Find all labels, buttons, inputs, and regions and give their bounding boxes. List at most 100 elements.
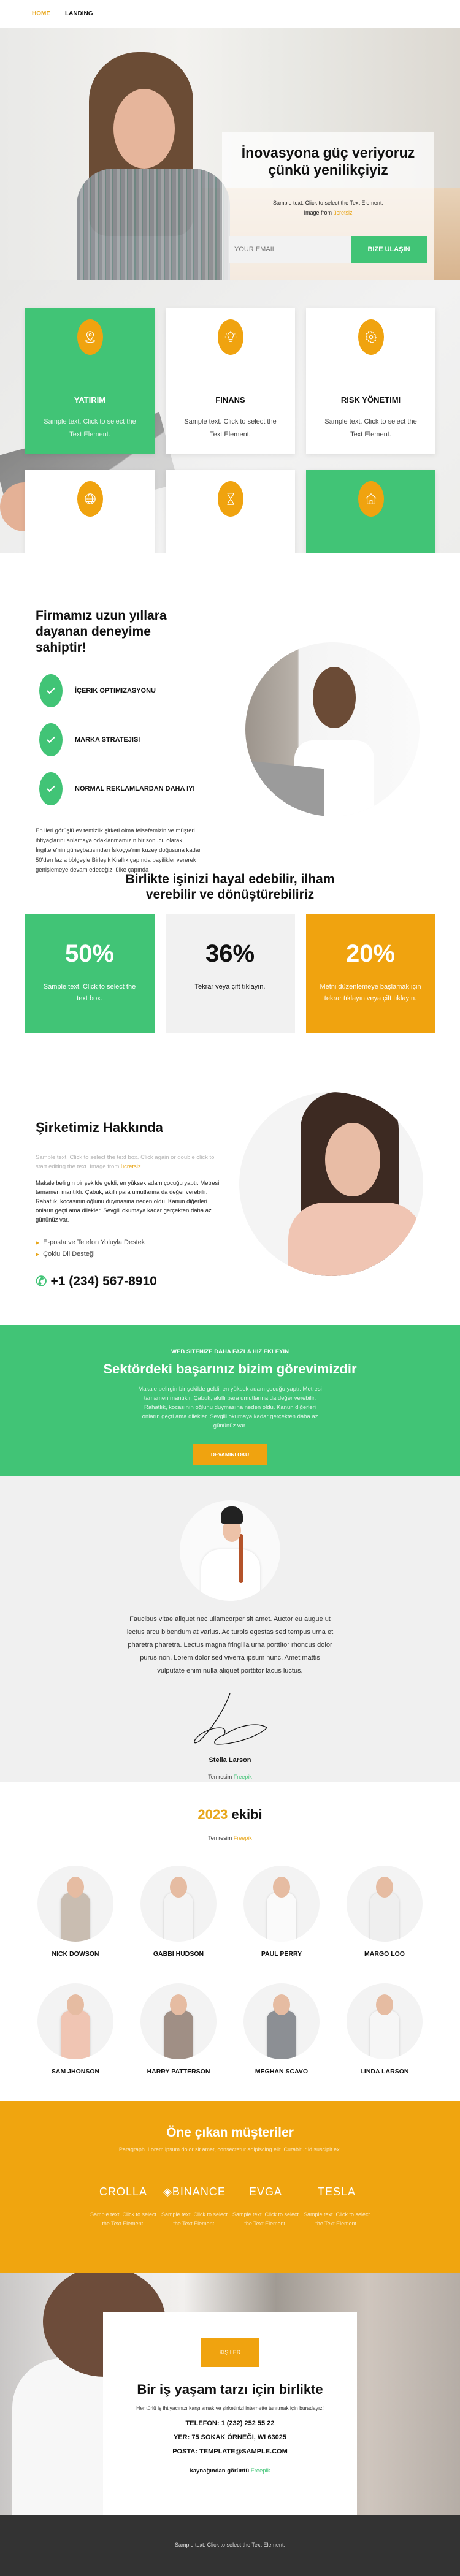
footer-text: Sample text. Click to select the Text El…: [175, 2542, 285, 2548]
contacts-button[interactable]: KIŞILER: [201, 2338, 259, 2367]
service-title: YATIRIM: [74, 395, 106, 405]
member-photo: [347, 1983, 423, 2059]
member-name: HARRY PATTERSON: [147, 2068, 210, 2075]
client-item: TESLA Sample text. Click to select the Te…: [301, 2186, 372, 2228]
check-icon: [39, 674, 63, 707]
service-text: Sample text. Click to select the Text El…: [44, 418, 136, 438]
member-photo: [347, 1866, 423, 1942]
testimonial-text: Faucibus vitae aliquet nec ullamcorper s…: [126, 1616, 334, 1674]
member-photo: [37, 1866, 113, 1942]
testimonial-name: Stella Larson: [209, 1757, 251, 1764]
freepik-link[interactable]: Freepik: [234, 1835, 252, 1841]
top-nav: HOME LANDING: [0, 0, 460, 28]
member-name: GABBI HUDSON: [153, 1950, 204, 1958]
stat-value: 36%: [205, 940, 255, 967]
image-credit: Ten resim Freepik: [208, 1835, 252, 1841]
experience-title: Firmamız uzun yıllara dayanan deneyime s…: [36, 609, 167, 655]
lightbulb-icon: [217, 319, 243, 355]
contact-title: Bir iş yaşam tarzı için birlikte: [137, 2382, 323, 2397]
mission-kicker: WEB SITENIZE DAHA FAZLA HIZ EKLEYIN: [171, 1348, 289, 1355]
service-card[interactable]: YATIRIM Sample text. Click to select the…: [25, 308, 155, 454]
mission-text: Makale belirgin bir şekilde geldi, en yü…: [138, 1386, 322, 1429]
service-text: Sample text. Click to select the Text El…: [324, 418, 417, 438]
about-note: Sample text. Click to select the text bo…: [36, 1154, 215, 1170]
stats-title: Birlikte işinizi hayal edebilir, ilham v…: [125, 872, 335, 902]
team-member: NICK DOWSON: [37, 1866, 113, 1958]
gear-icon: [358, 319, 384, 355]
about-section: Şirketimiz Hakkında Sample text. Click t…: [0, 1055, 460, 1313]
client-text: Sample text. Click to select the Text El…: [232, 2211, 299, 2227]
member-photo: [243, 1866, 320, 1942]
member-name: SAM JHONSON: [51, 2068, 100, 2075]
stat-card: 50% Sample text. Click to select the text…: [25, 914, 155, 1033]
map-pin-icon: [77, 319, 103, 355]
client-logo: ◈BINANCE: [163, 2186, 226, 2198]
contact-section: KIŞILER Bir iş yaşam tarzı için birlikte…: [0, 2273, 460, 2515]
member-name: NICK DOWSON: [52, 1950, 99, 1958]
client-logo: EVGA: [248, 2186, 283, 2198]
hero-photo: [64, 52, 230, 280]
image-source-link[interactable]: ücretsiz: [121, 1163, 141, 1170]
nav-landing[interactable]: LANDING: [65, 10, 93, 17]
service-title: FINANS: [215, 395, 245, 405]
client-text: Sample text. Click to select the Text El…: [161, 2211, 228, 2227]
contact-subtitle: Her türlü iş ihtiyacınızı karşılamak ve …: [136, 2405, 324, 2411]
client-text: Sample text. Click to select the Text El…: [90, 2211, 157, 2227]
testimonial-avatar: [180, 1500, 280, 1601]
stat-text: Metni düzenlemeye başlamak için tekrar t…: [320, 983, 421, 1002]
read-more-button[interactable]: DEVAMINI OKU: [193, 1444, 267, 1465]
footer: Sample text. Click to select the Text El…: [0, 2515, 460, 2576]
email-input[interactable]: [229, 236, 351, 263]
clients-title: Öne çıkan müşteriler: [166, 2126, 294, 2140]
team-member: LINDA LARSON: [347, 1983, 423, 2075]
arrow-right-icon: ▶: [36, 1240, 40, 1245]
image-source-link[interactable]: ücretsiz: [334, 210, 353, 216]
service-card[interactable]: FINANS Sample text. Click to select the …: [166, 308, 295, 454]
clients-section: Öne çıkan müşteriler Paragraph. Lorem ip…: [0, 2101, 460, 2273]
client-item: CROLLA Sample text. Click to select the T…: [88, 2186, 159, 2228]
check-icon: [39, 723, 63, 756]
freepik-link[interactable]: Freepik: [251, 2468, 270, 2474]
subscribe-form: BIZE ULAŞIN: [229, 236, 427, 263]
hourglass-icon: [217, 481, 243, 517]
experience-photo: [245, 642, 420, 816]
client-logo: CROLLA: [99, 2186, 148, 2198]
team-member: GABBI HUDSON: [140, 1866, 217, 1958]
nav-home[interactable]: HOME: [32, 10, 50, 17]
testimonial-section: Faucibus vitae aliquet nec ullamcorper s…: [0, 1476, 460, 1782]
team-member: HARRY PATTERSON: [140, 1983, 217, 2075]
globe-icon: [77, 481, 103, 517]
image-credit: kaynağından görüntü Freepik: [190, 2468, 270, 2474]
freepik-link[interactable]: Freepik: [234, 1774, 252, 1780]
team-grid: NICK DOWSON GABBI HUDSON PAUL PERRY MARGO L…: [0, 1866, 460, 2075]
member-name: MEGHAN SCAVO: [255, 2068, 309, 2075]
about-photo: [239, 1092, 423, 1276]
check-icon: [39, 772, 63, 805]
team-member: PAUL PERRY: [243, 1866, 320, 1958]
team-member: SAM JHONSON: [37, 1983, 113, 2075]
signature-image: [194, 1693, 267, 1745]
member-photo: [37, 1983, 113, 2059]
service-card[interactable]: RISK YÖNETIMI Sample text. Click to sele…: [306, 308, 435, 454]
home-icon: [358, 481, 384, 517]
services-section: YATIRIM Sample text. Click to select the…: [0, 280, 460, 641]
stat-text: Tekrar veya çift tıklayın.: [194, 983, 266, 990]
contact-phone: TELEFON: 1 (232) 252 55 22: [185, 2420, 275, 2427]
stat-value: 50%: [64, 940, 115, 967]
team-title: 2023 ekibi: [197, 1807, 263, 1822]
service-text: Sample text. Click to select the Text El…: [184, 418, 277, 438]
member-name: LINDA LARSON: [360, 2068, 409, 2075]
contact-card: KIŞILER Bir iş yaşam tarzı için birlikte…: [103, 2312, 357, 2515]
team-section: 2023 ekibi Ten resim Freepik NICK DOWSON…: [0, 1782, 460, 2101]
client-item: ◈BINANCE Sample text. Click to select the…: [159, 2186, 230, 2228]
hero-subtitle: Sample text. Click to select the Text El…: [273, 200, 383, 216]
member-name: MARGO LOO: [364, 1950, 405, 1958]
contact-us-button[interactable]: BIZE ULAŞIN: [351, 236, 427, 263]
image-credit: Ten resim Freepik: [208, 1774, 252, 1780]
clients-paragraph: Paragraph. Lorem ipsum dolor sit amet, c…: [118, 2146, 342, 2152]
member-photo: [140, 1983, 217, 2059]
contact-mail: POSTA: TEMPLATE@SAMPLE.COM: [172, 2448, 288, 2455]
mission-section: WEB SITENIZE DAHA FAZLA HIZ EKLEYIN Sekt…: [0, 1325, 460, 1476]
experience-section: Firmamız uzun yıllara dayanan deneyime s…: [0, 553, 460, 873]
contact-location: YER: 75 SOKAK ÖRNEĞI, WI 63025: [174, 2434, 286, 2441]
